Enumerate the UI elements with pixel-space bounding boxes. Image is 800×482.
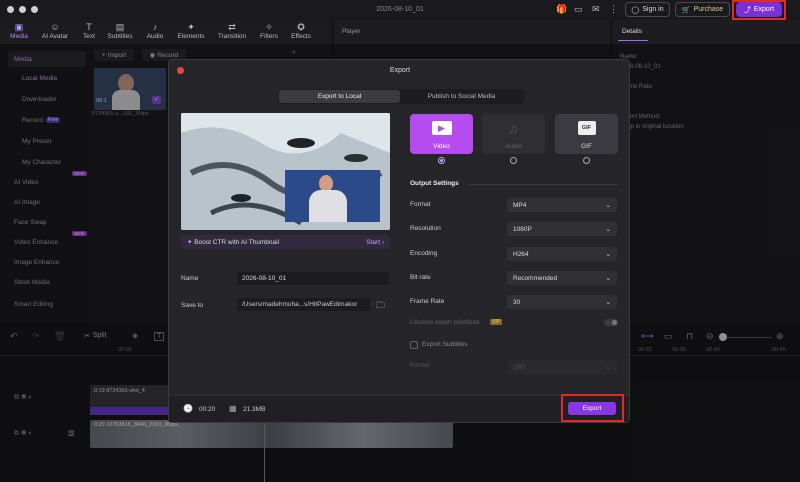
title-bar: 2026-08-10_01 🎁 ▭ ✉ ⋮ ◯ Sign in 🛒 Purchase… [0, 0, 800, 20]
cart-icon: 🛒 [681, 6, 691, 14]
chevron-down-icon: ⌄ [605, 226, 611, 233]
tool-ai-avatar[interactable]: ☺ AI Avatar [40, 22, 70, 44]
format-video-label: Video [433, 143, 450, 150]
tool-filters[interactable]: ✧ Filters [254, 22, 284, 44]
save-to-label: Save to [181, 302, 204, 309]
vip-badge: VIP [490, 319, 503, 325]
format-select[interactable]: MP4 ⌄ [507, 198, 617, 212]
dialog-title: Export [389, 67, 411, 74]
export-subtitles-checkbox[interactable] [410, 341, 418, 349]
export-header-button[interactable]: ⤴ Export [736, 2, 782, 17]
folder-icon[interactable]: 🗀 [376, 298, 385, 314]
file-size-value: 21.3MB [243, 406, 266, 413]
video-icon: ▶ [431, 121, 452, 135]
export-subtitles-label: Export Subtitles [422, 341, 468, 348]
calendar-icon: ▦ [229, 404, 237, 413]
avatar-icon: ☺ [50, 22, 60, 32]
sign-in-button[interactable]: ◯ Sign in [625, 2, 670, 17]
radio-gif[interactable] [583, 157, 590, 164]
encoding-select[interactable]: H264 ⌄ [507, 247, 617, 261]
format-audio-label: Audio [505, 143, 522, 150]
clock-icon: 🕒 [183, 404, 193, 413]
tab-publish-social[interactable]: Publish to Social Media [401, 90, 522, 103]
chevron-down-icon: ⌄ [605, 275, 611, 282]
maximize-window-dot[interactable] [31, 6, 38, 13]
subtitles-icon: ▤ [115, 22, 125, 32]
bitrate-label: Bit rate [410, 274, 431, 281]
message-icon[interactable]: ✉ [592, 4, 600, 15]
purchase-button[interactable]: 🛒 Purchase [675, 2, 730, 17]
tab-details[interactable]: Details [618, 25, 648, 41]
output-settings-heading: Output Settings [410, 180, 459, 187]
export-destination-tabs: Export to Local Publish to Social Media [278, 89, 524, 104]
lossless-label: Lossless export prioritized [410, 320, 480, 326]
export-preview [181, 113, 390, 230]
media-icon: ▣ [14, 22, 24, 32]
framerate-label: Frame Rate [410, 298, 445, 305]
player-title: Player [342, 28, 361, 35]
tool-subtitles[interactable]: ▤ Subtitles [105, 22, 135, 44]
tool-audio[interactable]: ♪ Audio [140, 22, 170, 44]
chevron-down-icon: ⌄ [605, 251, 611, 258]
tool-media[interactable]: ▣ Media [4, 22, 34, 44]
person-body [309, 190, 347, 222]
radio-audio[interactable] [510, 157, 517, 164]
name-label: Name [181, 275, 199, 282]
radio-video[interactable] [438, 157, 445, 164]
chevron-down-icon: ⌄ [605, 364, 611, 371]
chevron-down-icon: ⌄ [605, 299, 611, 306]
export-icon: ⤴ [743, 6, 751, 14]
close-window-dot[interactable] [7, 6, 14, 13]
gift-icon[interactable]: 🎁 [556, 4, 567, 15]
transition-icon: ⇄ [228, 22, 236, 32]
dialog-footer [169, 395, 629, 422]
preview-pip [285, 170, 380, 222]
user-icon: ◯ [631, 6, 640, 14]
main-toolbar: ▣ Media ☺ AI Avatar T Text ▤ Subtitles ♪ Audi… [0, 20, 332, 44]
tv-icon[interactable]: ▭ [574, 4, 583, 15]
save-to-input[interactable]: /Users/madehmuha...s/HitPawEdimakor [237, 298, 370, 311]
minimize-window-dot[interactable] [19, 6, 26, 13]
name-input[interactable]: 2026-08-10_01 [237, 272, 389, 285]
resolution-select[interactable]: 1080P ⌄ [507, 222, 617, 236]
framerate-select[interactable]: 30 ⌄ [507, 295, 617, 309]
effects-icon: ✪ [297, 22, 305, 32]
bitrate-select[interactable]: Recommended ⌄ [507, 271, 617, 285]
format-gif-label: GIF [581, 143, 592, 150]
tool-text[interactable]: T Text [74, 22, 104, 44]
divider [468, 184, 618, 185]
start-link[interactable]: Start › [366, 239, 384, 246]
text-icon: T [86, 22, 92, 32]
window-title: 2026-08-10_01 [376, 6, 424, 13]
tab-export-local[interactable]: Export to Local [279, 90, 400, 103]
subtitle-format-label: Format [410, 363, 430, 369]
resolution-label: Resolution [410, 225, 441, 232]
audio-icon: ♪ [152, 22, 158, 32]
encoding-label: Encoding [410, 250, 438, 257]
export-button[interactable]: Export [568, 402, 616, 415]
gif-icon: GIF [577, 121, 596, 135]
tool-elements[interactable]: ✦ Elements [176, 22, 206, 44]
chevron-down-icon: ⌄ [605, 202, 611, 209]
audio-note-icon: ♫ [508, 120, 519, 136]
duration-value: 00:20 [199, 406, 216, 413]
more-icon[interactable]: ⋮ [609, 4, 618, 15]
subtitle-format-select[interactable]: SRT ⌄ [507, 360, 617, 374]
tool-transition[interactable]: ⇄ Transition [217, 22, 247, 44]
format-label: Format [410, 201, 431, 208]
ai-thumbnail-banner[interactable]: ✦ Boost CTR with AI Thumbnail Start › [181, 235, 390, 249]
lossless-toggle[interactable] [604, 319, 618, 326]
tool-effects[interactable]: ✪ Effects [286, 22, 316, 44]
filters-icon: ✧ [265, 22, 273, 32]
elements-icon: ✦ [187, 22, 195, 32]
